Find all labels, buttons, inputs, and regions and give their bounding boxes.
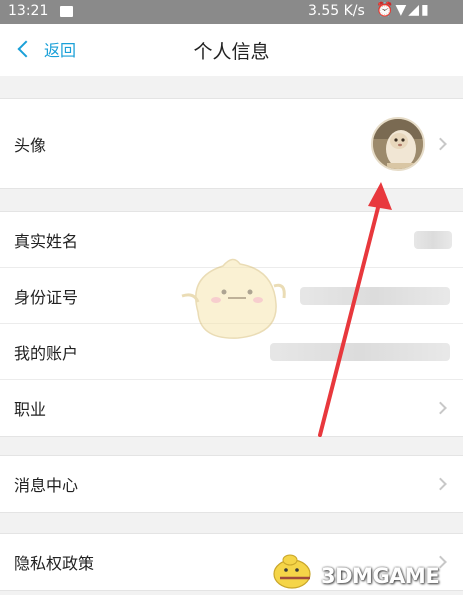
message-center-row[interactable]: 消息中心 [0, 456, 463, 512]
signal-icon: ◢ [408, 2, 421, 18]
avatar-label: 头像 [14, 135, 47, 155]
image-icon [60, 6, 73, 17]
chevron-right-icon [434, 401, 447, 415]
occupation-row[interactable]: 职业 [0, 380, 463, 436]
id-number-label: 身份证号 [14, 287, 79, 307]
real-name-value-blurred [414, 231, 452, 249]
mascot-watermark [181, 258, 286, 339]
watermark-text: 3DMGAME [321, 564, 440, 588]
status-icons: ⏰▼◢▮ [376, 2, 431, 18]
network-speed: 3.55 K/s [308, 3, 365, 19]
occupation-label: 职业 [14, 400, 47, 419]
avatar[interactable] [371, 117, 425, 171]
chevron-right-icon [434, 477, 447, 491]
account-label: 我的账户 [14, 343, 79, 363]
battery-icon: ▮ [421, 2, 431, 18]
real-name-label: 真实姓名 [14, 231, 79, 251]
id-number-value-blurred [300, 287, 450, 305]
alarm-icon: ⏰ [376, 2, 396, 18]
chick-logo-icon [273, 554, 311, 589]
wifi-icon: ▼ [395, 2, 409, 18]
chevron-right-icon [434, 137, 447, 150]
nav-bar: 返回 个人信息 [0, 24, 463, 76]
avatar-image [373, 119, 423, 169]
watermark: 3DMGAME [270, 548, 463, 592]
avatar-row[interactable]: 头像 [0, 99, 463, 188]
page-title: 个人信息 [193, 41, 270, 63]
account-value-blurred [270, 343, 450, 361]
status-bar: 13:21 3.55 K/s ⏰▼◢▮ [0, 0, 463, 24]
message-center-label: 消息中心 [14, 476, 79, 495]
status-time: 13:21 [8, 3, 49, 19]
privacy-policy-label: 隐私权政策 [14, 554, 95, 573]
messages-section: 消息中心 [0, 455, 463, 513]
avatar-section: 头像 [0, 98, 463, 189]
